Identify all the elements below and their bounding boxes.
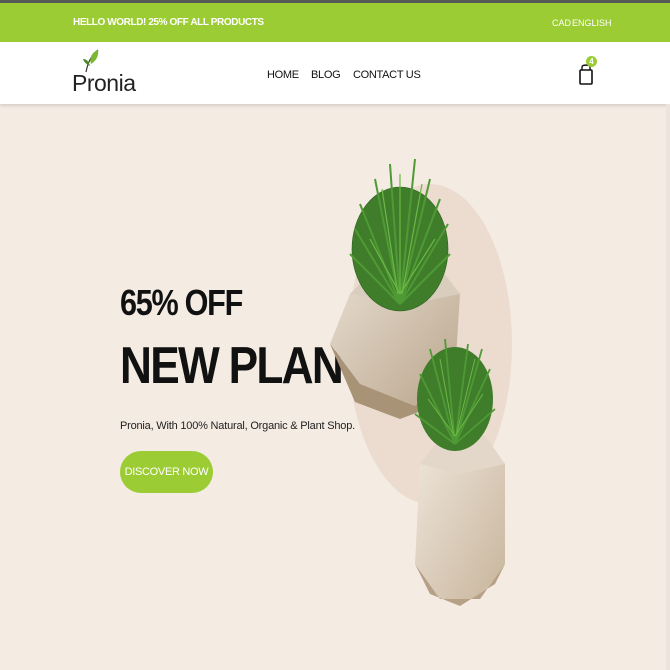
hero-section: 65% OFF NEW PLANT Pronia, With 100% Natu…: [0, 104, 670, 670]
nav-blog[interactable]: BLOG: [311, 69, 341, 81]
discover-now-button[interactable]: DISCOVER NOW: [120, 451, 213, 493]
cart-count-badge: 4: [586, 56, 597, 67]
page-scrollbar[interactable]: [666, 104, 670, 670]
currency-selector[interactable]: CAD: [552, 18, 571, 28]
promo-bar: HELLO WORLD! 25% OFF ALL PRODUCTS CAD EN…: [0, 3, 670, 42]
nav-home[interactable]: HOME: [267, 69, 299, 81]
language-selector[interactable]: ENGLISH: [572, 18, 612, 28]
promo-text: HELLO WORLD! 25% OFF ALL PRODUCTS: [73, 17, 264, 28]
site-header: Pronia HOME BLOG CONTACT US 4: [0, 42, 670, 104]
cart-button[interactable]: 4: [577, 56, 601, 89]
logo-text: Pronia: [72, 70, 136, 96]
hero-discount: 65% OFF: [120, 282, 243, 323]
potted-plants-image: [330, 158, 512, 606]
nav-contact-us[interactable]: CONTACT US: [353, 69, 421, 81]
pronia-logo[interactable]: Pronia: [72, 48, 136, 100]
